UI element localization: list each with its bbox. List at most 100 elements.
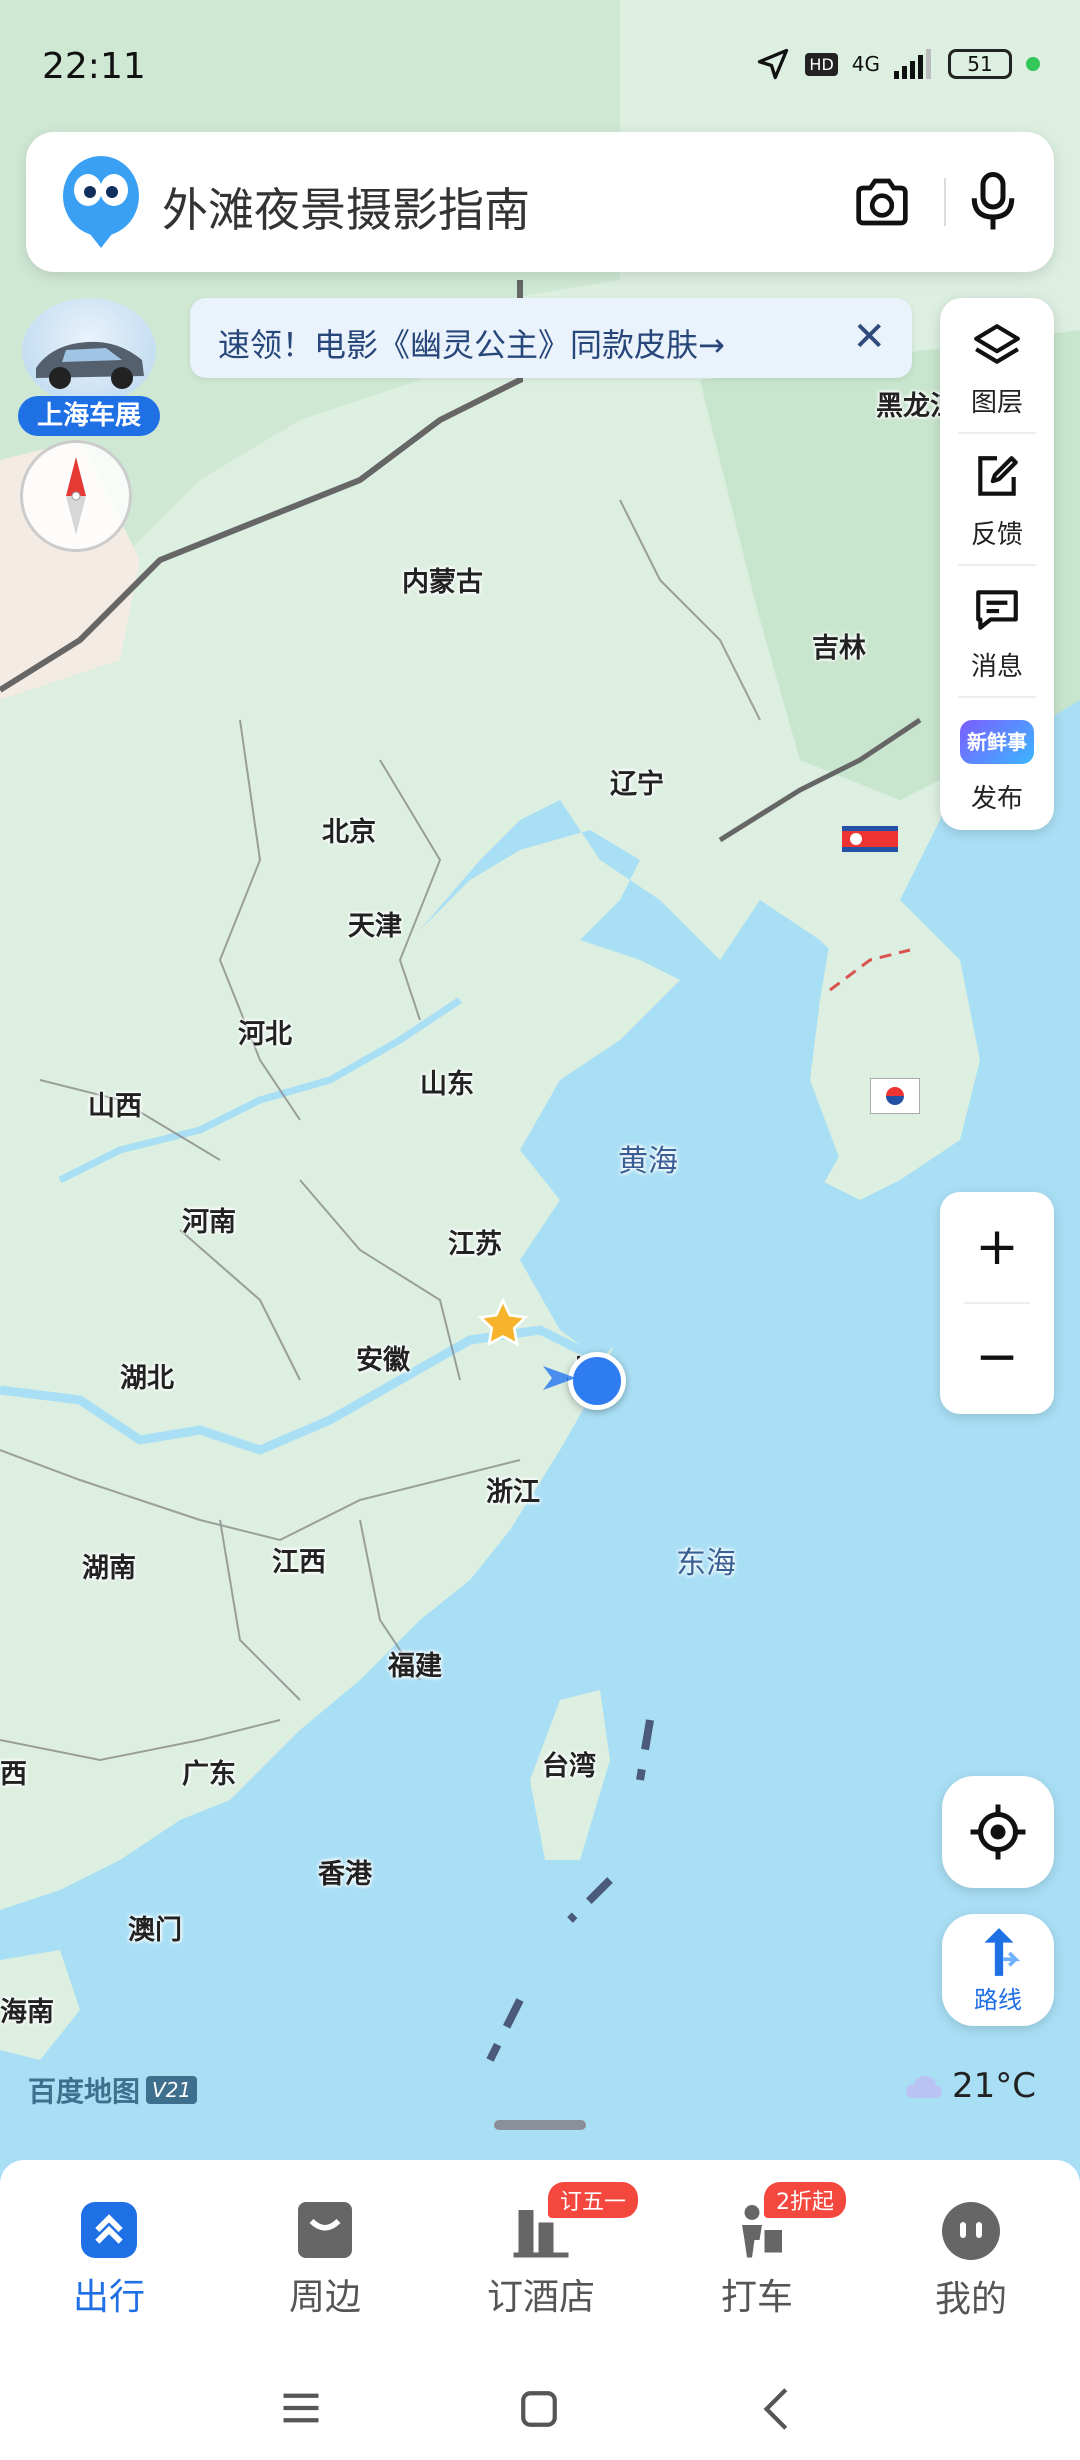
profile-icon (942, 2202, 1000, 2260)
nav-profile[interactable]: 我的 (896, 2190, 1046, 2322)
microphone-icon[interactable] (968, 172, 1018, 232)
layers-button[interactable]: 图层 (940, 302, 1054, 432)
zoom-out-button[interactable]: − (940, 1304, 1054, 1414)
layers-label: 图层 (970, 388, 1023, 418)
province-label: 香港 (318, 1859, 372, 1890)
map-logo: 百度地图 V21 (28, 2070, 198, 2110)
hotel-promo-badge: 订五一 (548, 2182, 639, 2218)
nav-nearby[interactable]: 周边 (250, 2190, 400, 2320)
crosshair-icon (970, 1804, 1026, 1860)
province-label: 安徽 (356, 1345, 410, 1376)
promo-text[interactable]: 速领！电影《幽灵公主》同款皮肤→ (218, 320, 725, 366)
compass-icon (66, 457, 86, 535)
search-bar[interactable]: 外滩夜景摄影指南 (26, 132, 1054, 272)
current-location-marker[interactable] (568, 1352, 626, 1410)
signal-icon (894, 49, 931, 79)
feedback-button[interactable]: 反馈 (940, 434, 1054, 564)
province-label: 北京 (322, 817, 376, 848)
province-label: 山东 (420, 1069, 474, 1100)
status-icons: HD 4G 51 (755, 46, 1040, 82)
hd-badge: HD (805, 52, 838, 76)
province-label: 湖南 (82, 1553, 136, 1584)
south-korea-flag-icon (870, 1078, 920, 1114)
status-time: 22:11 (42, 46, 146, 87)
route-button[interactable]: 路线 (942, 1914, 1054, 2026)
weather-widget[interactable]: 21°C (904, 2066, 1036, 2106)
sea-label: 东海 (676, 1546, 736, 1581)
province-label: 吉林 (812, 633, 866, 664)
temperature: 21°C (952, 2066, 1037, 2106)
battery-level: 51 (967, 52, 993, 76)
feedback-edit-icon (978, 456, 1018, 496)
province-label: 河北 (238, 1019, 292, 1050)
back-icon[interactable] (756, 2386, 798, 2432)
heading-arrow-icon (543, 1366, 576, 1390)
nav-taxi[interactable]: 2折起 打车 (682, 2182, 846, 2320)
route-arrow-icon (984, 1928, 1021, 1976)
car-image (22, 298, 156, 404)
green-status-dot (1026, 57, 1040, 71)
province-label: 台湾 (542, 1751, 596, 1782)
province-label: 山西 (88, 1091, 142, 1122)
message-icon (976, 590, 1018, 630)
province-label: 西 (0, 1759, 27, 1790)
home-icon[interactable] (518, 2388, 560, 2430)
travel-icon (81, 2202, 137, 2258)
map-brand: 百度地图 (28, 2075, 141, 2108)
map-version: V21 (146, 2076, 198, 2104)
nav-label: 订酒店 (486, 2277, 595, 2318)
province-label: 福建 (388, 1651, 442, 1682)
province-label: 天津 (348, 911, 402, 942)
new-event-badge: 新鲜事 (967, 730, 1027, 754)
menu-icon[interactable] (280, 2390, 322, 2426)
north-korea-flag-icon (842, 826, 898, 852)
status-bar: 22:11 HD 4G 51 (0, 0, 1080, 130)
nav-label: 我的 (934, 2279, 1007, 2320)
zoom-in-button[interactable]: + (940, 1192, 1054, 1302)
compass-button[interactable] (20, 440, 132, 552)
message-label: 消息 (970, 652, 1023, 682)
route-label: 路线 (974, 1986, 1022, 2014)
zoom-controls: + − (940, 1192, 1054, 1414)
close-icon[interactable]: ✕ (852, 314, 886, 360)
car-show-label[interactable]: 上海车展 (18, 396, 160, 436)
search-divider (944, 178, 946, 226)
taxi-promo-badge: 2折起 (764, 2182, 846, 2218)
nav-label: 周边 (288, 2277, 361, 2318)
layers-icon (974, 324, 1020, 364)
province-label: 广东 (182, 1759, 236, 1790)
province-label: 河南 (182, 1207, 236, 1238)
network-label: 4G (851, 52, 880, 76)
nearby-icon (298, 2202, 352, 2258)
province-label: 内蒙古 (402, 567, 483, 598)
car-show-entry[interactable]: 上海车展 (18, 298, 160, 438)
province-label: 浙江 (486, 1477, 540, 1508)
search-input[interactable]: 外滩夜景摄影指南 (162, 174, 530, 240)
mascot-logo-icon (63, 156, 139, 248)
map-toolbar: 图层 反馈 消息 新鲜事 发布 (940, 298, 1054, 830)
battery-icon: 51 (948, 49, 1012, 79)
cloud-icon (906, 2076, 942, 2098)
message-button[interactable]: 消息 (940, 566, 1054, 696)
system-nav-bar (0, 2350, 1080, 2460)
feedback-label: 反馈 (970, 520, 1023, 550)
publish-label: 发布 (970, 784, 1023, 814)
province-label: 江苏 (448, 1229, 502, 1260)
drag-handle[interactable] (494, 2120, 586, 2130)
locate-me-button[interactable] (942, 1776, 1054, 1888)
province-label: 海南 (0, 1997, 54, 2028)
nav-hotel[interactable]: 订五一 订酒店 (466, 2182, 639, 2320)
publish-button[interactable]: 新鲜事 发布 (940, 698, 1054, 828)
nav-travel[interactable]: 出行 (34, 2190, 184, 2320)
camera-icon[interactable] (854, 176, 910, 228)
nav-label: 出行 (72, 2277, 145, 2318)
province-label: 澳门 (128, 1915, 182, 1946)
favorite-star-icon[interactable] (476, 1296, 530, 1350)
province-label: 湖北 (120, 1363, 174, 1394)
province-label: 辽宁 (610, 769, 664, 800)
new-event-icon: 新鲜事 (960, 720, 1034, 764)
nav-label: 打车 (720, 2277, 793, 2318)
sea-label: 黄海 (618, 1144, 678, 1179)
province-label: 江西 (272, 1547, 326, 1578)
promo-banner[interactable]: 速领！电影《幽灵公主》同款皮肤→ ✕ (190, 298, 912, 378)
